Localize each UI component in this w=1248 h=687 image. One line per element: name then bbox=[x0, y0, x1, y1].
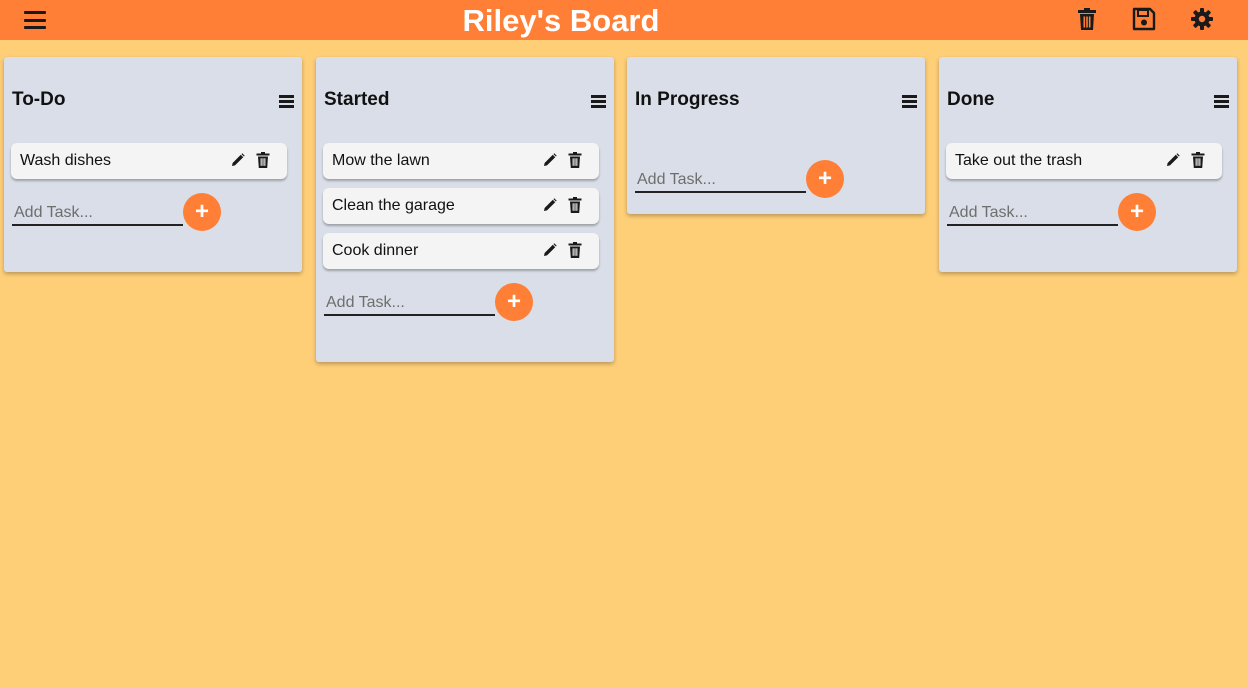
add-task-row: + bbox=[627, 117, 925, 214]
add-task-input[interactable] bbox=[12, 202, 183, 226]
add-task-button[interactable]: + bbox=[183, 193, 221, 231]
edit-pencil-icon[interactable] bbox=[1166, 153, 1180, 167]
add-task-button[interactable]: + bbox=[495, 283, 533, 321]
delete-trash-icon[interactable] bbox=[568, 197, 582, 213]
task-card[interactable]: Cook dinner bbox=[323, 233, 599, 269]
column-header: Done bbox=[939, 57, 1237, 117]
task-card[interactable]: Wash dishes bbox=[11, 143, 287, 179]
column-menu-icon[interactable] bbox=[591, 95, 606, 108]
add-task-button[interactable]: + bbox=[806, 160, 844, 198]
task-text: Mow the lawn bbox=[332, 152, 430, 169]
column-menu-icon[interactable] bbox=[902, 95, 917, 108]
top-bar: Riley's Board bbox=[0, 0, 1248, 40]
add-task-input[interactable] bbox=[324, 292, 495, 316]
add-task-row: + bbox=[939, 188, 1237, 272]
task-text: Take out the trash bbox=[955, 152, 1083, 169]
save-icon[interactable] bbox=[1130, 5, 1158, 33]
add-task-row: + bbox=[316, 278, 614, 362]
edit-pencil-icon[interactable] bbox=[543, 198, 557, 212]
task-card[interactable]: Mow the lawn bbox=[323, 143, 599, 179]
add-task-input[interactable] bbox=[635, 169, 806, 193]
trash-icon[interactable] bbox=[1073, 5, 1101, 33]
column-to-do: To-Do Wash dishes + bbox=[4, 57, 302, 272]
edit-pencil-icon[interactable] bbox=[543, 243, 557, 257]
column-done: Done Take out the trash + bbox=[939, 57, 1237, 272]
column-header: Started bbox=[316, 57, 614, 117]
task-text: Cook dinner bbox=[332, 242, 419, 259]
delete-trash-icon[interactable] bbox=[256, 152, 270, 168]
add-task-row: + bbox=[4, 188, 302, 272]
task-list: Wash dishes bbox=[4, 117, 302, 179]
column-title: To-Do bbox=[12, 89, 66, 110]
column-header: To-Do bbox=[4, 57, 302, 117]
task-text: Wash dishes bbox=[20, 152, 111, 169]
column-title: Done bbox=[947, 89, 995, 110]
column-in-progress: In Progress + bbox=[627, 57, 925, 214]
task-list: Mow the lawn Clean the garage Cook dinne… bbox=[316, 117, 614, 269]
column-header: In Progress bbox=[627, 57, 925, 117]
task-card[interactable]: Take out the trash bbox=[946, 143, 1222, 179]
add-task-input[interactable] bbox=[947, 202, 1118, 226]
column-started: Started Mow the lawn Clean the garage Co… bbox=[316, 57, 614, 362]
column-menu-icon[interactable] bbox=[279, 95, 294, 108]
column-title: In Progress bbox=[635, 89, 740, 110]
task-card[interactable]: Clean the garage bbox=[323, 188, 599, 224]
board-title: Riley's Board bbox=[462, 3, 660, 38]
delete-trash-icon[interactable] bbox=[1191, 152, 1205, 168]
task-text: Clean the garage bbox=[332, 197, 455, 214]
settings-gear-icon[interactable] bbox=[1188, 5, 1216, 33]
column-title: Started bbox=[324, 89, 390, 110]
add-task-button[interactable]: + bbox=[1118, 193, 1156, 231]
column-menu-icon[interactable] bbox=[1214, 95, 1229, 108]
edit-pencil-icon[interactable] bbox=[231, 153, 245, 167]
delete-trash-icon[interactable] bbox=[568, 242, 582, 258]
delete-trash-icon[interactable] bbox=[568, 152, 582, 168]
task-list: Take out the trash bbox=[939, 117, 1237, 179]
edit-pencil-icon[interactable] bbox=[543, 153, 557, 167]
